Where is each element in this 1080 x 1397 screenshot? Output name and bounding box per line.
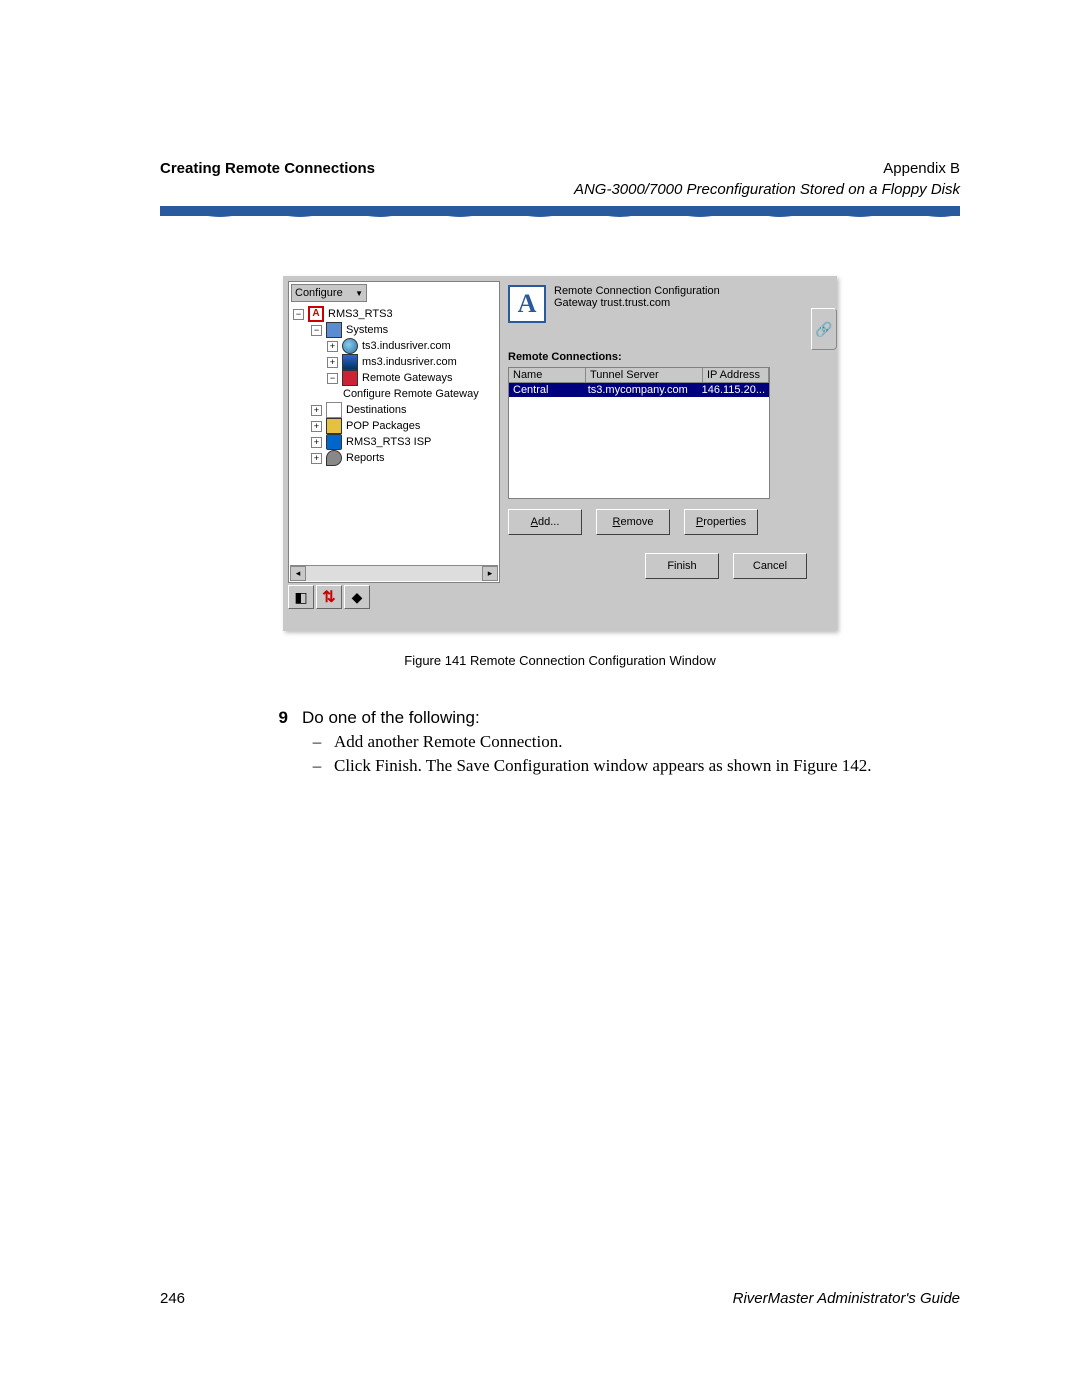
tree-root[interactable]: RMS3_RTS3 <box>328 308 393 320</box>
scroll-right-icon[interactable]: ▸ <box>482 566 498 581</box>
tree-pop[interactable]: POP Packages <box>346 420 420 432</box>
table-row[interactable]: Central ts3.mycompany.com 146.115.20... <box>509 383 769 397</box>
tree-node-ts3[interactable]: ts3.indusriver.com <box>362 340 451 352</box>
page-number: 246 <box>160 1290 185 1307</box>
bottom-toolbar: ◧ ⇅ ◆ <box>288 585 370 609</box>
gateway-label: Gateway trust.trust.com <box>554 297 720 309</box>
connections-table[interactable]: Name Tunnel Server IP Address Central ts… <box>508 367 770 499</box>
tree-configure-remote[interactable]: Configure Remote Gateway <box>343 388 479 400</box>
configure-dropdown-label: Configure <box>295 287 343 299</box>
toolbar-button-1[interactable]: ◧ <box>288 585 314 609</box>
tree-panel: Configure ▼ −ARMS3_RTS3 −Systems +ts3.in… <box>288 281 500 583</box>
chevron-down-icon: ▼ <box>355 289 363 298</box>
add-button[interactable]: Add... <box>508 509 582 535</box>
pop-icon <box>326 418 342 434</box>
app-logo-icon: A <box>508 285 546 323</box>
toolbar-disk-icon[interactable]: ◆ <box>344 585 370 609</box>
expand-icon[interactable]: + <box>327 357 338 368</box>
cell-ip: 146.115.20... <box>698 383 769 397</box>
config-window: Configure ▼ −ARMS3_RTS3 −Systems +ts3.in… <box>283 276 837 631</box>
expand-icon[interactable]: + <box>327 341 338 352</box>
right-panel: A Remote Connection Configuration Gatewa… <box>508 281 811 621</box>
footer-guide: RiverMaster Administrator's Guide <box>733 1290 960 1307</box>
root-icon: A <box>308 306 324 322</box>
cell-name: Central <box>509 383 584 397</box>
toolbar-arrows-icon[interactable]: ⇅ <box>316 585 342 609</box>
tree-destinations[interactable]: Destinations <box>346 404 407 416</box>
tree-node-ms3[interactable]: ms3.indusriver.com <box>362 356 457 368</box>
panel-title: Remote Connection Configuration <box>554 285 720 297</box>
isp-icon <box>326 434 342 450</box>
collapse-icon[interactable]: − <box>293 309 304 320</box>
bullet-dash: – <box>310 756 324 776</box>
horizontal-scrollbar[interactable]: ◂ ▸ <box>290 565 498 581</box>
properties-button[interactable]: Properties <box>684 509 758 535</box>
step-text: Do one of the following: <box>302 708 480 728</box>
tree-isp[interactable]: RMS3_RTS3 ISP <box>346 436 431 448</box>
step-number: 9 <box>270 708 288 728</box>
bullet-2: Click Finish. The Save Configuration win… <box>334 756 872 776</box>
header-divider <box>160 206 960 216</box>
expand-icon[interactable]: + <box>311 421 322 432</box>
remove-button[interactable]: Remove <box>596 509 670 535</box>
expand-icon[interactable]: + <box>311 453 322 464</box>
nav-tree[interactable]: −ARMS3_RTS3 −Systems +ts3.indusriver.com… <box>293 306 495 466</box>
configure-dropdown[interactable]: Configure ▼ <box>291 284 367 302</box>
expand-icon[interactable]: + <box>311 405 322 416</box>
destinations-icon <box>326 402 342 418</box>
scroll-left-icon[interactable]: ◂ <box>290 566 306 581</box>
header-section-title: Creating Remote Connections <box>160 160 375 177</box>
side-tab-icon[interactable]: 🔗 <box>811 308 837 350</box>
server-icon <box>342 354 358 370</box>
tree-systems[interactable]: Systems <box>346 324 388 336</box>
header-subtitle: ANG-3000/7000 Preconfiguration Stored on… <box>160 181 960 198</box>
collapse-icon[interactable]: − <box>327 373 338 384</box>
col-tunnel[interactable]: Tunnel Server <box>586 368 703 382</box>
reports-icon <box>326 450 342 466</box>
systems-icon <box>326 322 342 338</box>
tree-reports[interactable]: Reports <box>346 452 385 464</box>
tree-remote-gateways[interactable]: Remote Gateways <box>362 372 452 384</box>
expand-icon[interactable]: + <box>311 437 322 448</box>
col-name[interactable]: Name <box>509 368 586 382</box>
figure-caption: Figure 141 Remote Connection Configurati… <box>160 653 960 668</box>
collapse-icon[interactable]: − <box>311 325 322 336</box>
bullet-dash: – <box>310 732 324 752</box>
finish-button[interactable]: Finish <box>645 553 719 579</box>
cell-tunnel: ts3.mycompany.com <box>584 383 698 397</box>
remote-connections-label: Remote Connections: <box>508 351 811 363</box>
col-ip[interactable]: IP Address <box>703 368 769 382</box>
header-appendix: Appendix B <box>883 160 960 177</box>
cancel-button[interactable]: Cancel <box>733 553 807 579</box>
server-icon <box>342 338 358 354</box>
bullet-1: Add another Remote Connection. <box>334 732 563 752</box>
remote-gateways-icon <box>342 370 358 386</box>
